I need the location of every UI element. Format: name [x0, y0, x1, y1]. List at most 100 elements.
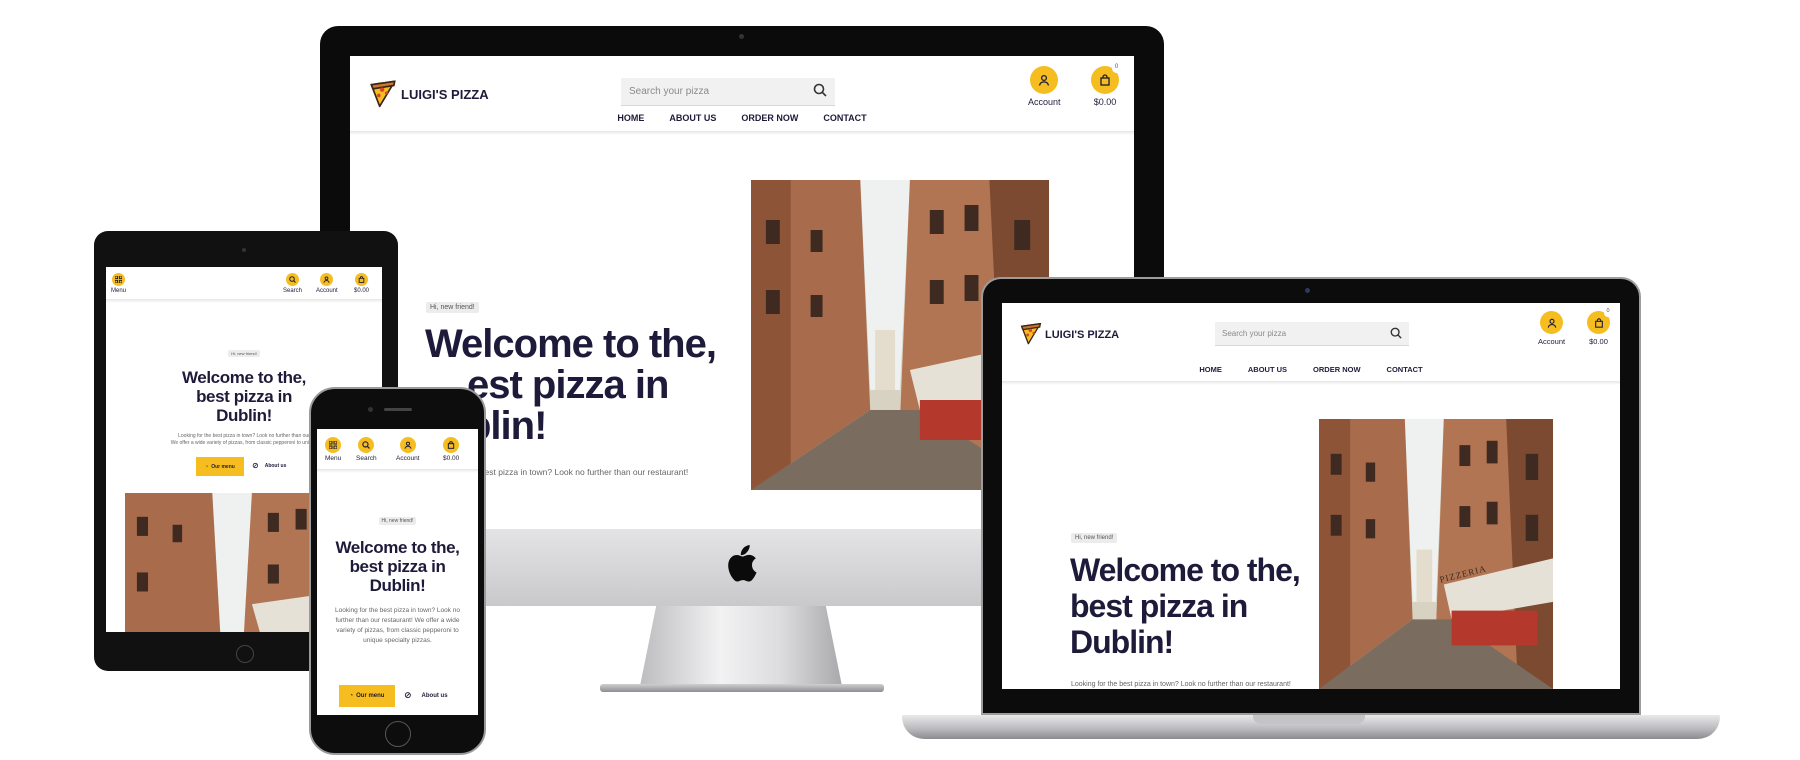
laptop-brand[interactable]: LUIGI'S PIZZA: [1019, 319, 1119, 350]
shopping-bag-icon: 0: [1091, 64, 1121, 94]
menu-label: Menu: [111, 288, 127, 294]
hero-title-line1: Welcome to the,: [181, 368, 307, 387]
cart-total: $0.00: [1093, 97, 1117, 107]
greeting-chip: Hi, new friend!: [1071, 533, 1118, 543]
imac-stand: [640, 606, 842, 686]
laptop-hero: Hi, new friend!: [1071, 526, 1118, 544]
pizza-slice-icon: ◔: [205, 463, 209, 470]
header-divider: [317, 469, 478, 473]
nav-about-us[interactable]: ABOUT US: [1248, 365, 1287, 374]
nav-home[interactable]: HOME: [1199, 365, 1222, 374]
search-icon[interactable]: [1390, 327, 1402, 341]
desktop-nav: HOME ABOUT US ORDER NOW CONTACT: [350, 113, 1134, 123]
grid-menu-icon: [325, 437, 342, 453]
compass-icon: ⊘: [404, 690, 412, 700]
hero-title-line1: Welcome to the,: [1070, 552, 1301, 588]
brand-name: LUIGI'S PIZZA: [401, 86, 489, 102]
search-bar[interactable]: Search your pizza: [621, 78, 835, 106]
account-button[interactable]: Account: [1538, 311, 1565, 346]
cart-total: $0.00: [1589, 337, 1608, 346]
hero-title: Welcome to the, best pizza in Dublin!: [317, 538, 478, 595]
imac-foot: [600, 684, 884, 692]
hero-text: Looking for the best pizza in town? Look…: [334, 607, 461, 644]
hero-title-line3: Dublin!: [1070, 624, 1174, 660]
pizza-slice-icon: ◔: [349, 693, 354, 699]
phone-speaker: [384, 408, 412, 411]
desktop-brand[interactable]: LUIGI'S PIZZA: [368, 76, 489, 112]
brand-name: LUIGI'S PIZZA: [1045, 328, 1120, 341]
phone-camera: [368, 407, 373, 412]
hero-title-line2: best pizza in: [1070, 588, 1248, 624]
mobile-site: Menu Search Account $0.00 Hi, new friend…: [317, 429, 478, 715]
cart-total: $0.00: [354, 288, 370, 294]
laptop-camera: [1305, 288, 1310, 293]
nav-contact[interactable]: CONTACT: [1387, 365, 1423, 374]
user-icon: [1030, 66, 1059, 94]
tablet-camera: [242, 248, 246, 252]
about-us-button[interactable]: ⊘ About us: [252, 461, 286, 470]
nav-order-now[interactable]: ORDER NOW: [1313, 365, 1361, 374]
responsive-mockup: LUIGI'S PIZZA Search your pizza Account …: [0, 0, 1800, 760]
cart-button[interactable]: 0 $0.00: [1091, 64, 1121, 107]
tablet-search-button[interactable]: Search: [283, 273, 302, 294]
nav-home[interactable]: HOME: [617, 113, 644, 123]
nav-order-now[interactable]: ORDER NOW: [741, 113, 798, 123]
cart-count-badge: 0: [1604, 308, 1612, 317]
hero-title: Welcome to the, best pizza in Dublin!: [1070, 552, 1301, 660]
search-input[interactable]: Search your pizza: [1222, 329, 1286, 338]
our-menu-label: Our menu: [211, 463, 235, 470]
user-icon: [399, 437, 416, 453]
our-menu-button[interactable]: ◔ Our menu: [339, 685, 395, 707]
cart-total: $0.00: [443, 455, 460, 462]
hero-text: he best pizza in town? Look no further t…: [468, 467, 689, 477]
mobile-menu-button[interactable]: Menu: [325, 437, 341, 462]
header-divider: [106, 299, 382, 303]
mobile-account-button[interactable]: Account: [396, 437, 420, 462]
mobile-hero: Hi, new friend! Welcome to the, best piz…: [317, 509, 478, 646]
search-icon[interactable]: [813, 83, 827, 100]
nav-about-us[interactable]: ABOUT US: [669, 113, 716, 123]
search-input[interactable]: Search your pizza: [629, 86, 709, 97]
mobile-search-button[interactable]: Search: [356, 437, 377, 462]
hero-title-line1: Welcome to the,: [335, 538, 460, 557]
about-us-button[interactable]: ⊘ About us: [404, 690, 448, 701]
search-bar[interactable]: Search your pizza: [1215, 322, 1409, 346]
apple-logo: [724, 544, 758, 584]
search-icon: [286, 273, 299, 286]
cart-button[interactable]: 0 $0.00: [1587, 308, 1612, 346]
street-photo: PIZZERIA: [1319, 419, 1553, 689]
greeting-chip: Hi, new friend!: [228, 350, 260, 357]
shopping-bag-icon: [443, 437, 460, 453]
grid-menu-icon: [112, 273, 125, 286]
user-icon: [1540, 311, 1564, 334]
laptop-nav: HOME ABOUT US ORDER NOW CONTACT: [1002, 365, 1620, 374]
tablet-cart-button[interactable]: $0.00: [354, 273, 369, 294]
user-icon: [320, 273, 334, 286]
account-button[interactable]: Account: [1028, 66, 1061, 107]
cart-count-badge: 0: [1112, 64, 1121, 73]
search-icon: [358, 437, 375, 453]
desktop-hero: Hi, new friend!: [426, 296, 746, 314]
imac-camera: [739, 34, 744, 39]
hero-text: Looking for the best pizza in town? Look…: [1071, 681, 1291, 688]
shopping-bag-icon: [355, 273, 368, 286]
laptop-notch: [1253, 715, 1365, 724]
phone-device: Menu Search Account $0.00 Hi, new friend…: [309, 387, 486, 755]
pizza-slice-icon: [368, 76, 398, 113]
nav-contact[interactable]: CONTACT: [823, 113, 866, 123]
phone-home-button: [385, 721, 411, 747]
our-menu-label: Our menu: [356, 693, 385, 699]
account-label: Account: [1028, 97, 1061, 107]
search-label: Search: [283, 288, 303, 294]
mobile-cart-button[interactable]: $0.00: [443, 437, 459, 462]
search-label: Search: [356, 455, 377, 462]
tablet-account-button[interactable]: Account: [316, 273, 338, 294]
header-divider: [1002, 381, 1620, 385]
greeting-chip: Hi, new friend!: [378, 517, 417, 525]
tablet-menu-button[interactable]: Menu: [111, 273, 126, 294]
about-us-label: About us: [264, 462, 287, 469]
our-menu-button[interactable]: ◔ Our menu: [196, 457, 244, 476]
greeting-chip: Hi, new friend!: [426, 302, 479, 313]
about-us-label: About us: [421, 692, 448, 699]
compass-icon: ⊘: [252, 461, 259, 470]
